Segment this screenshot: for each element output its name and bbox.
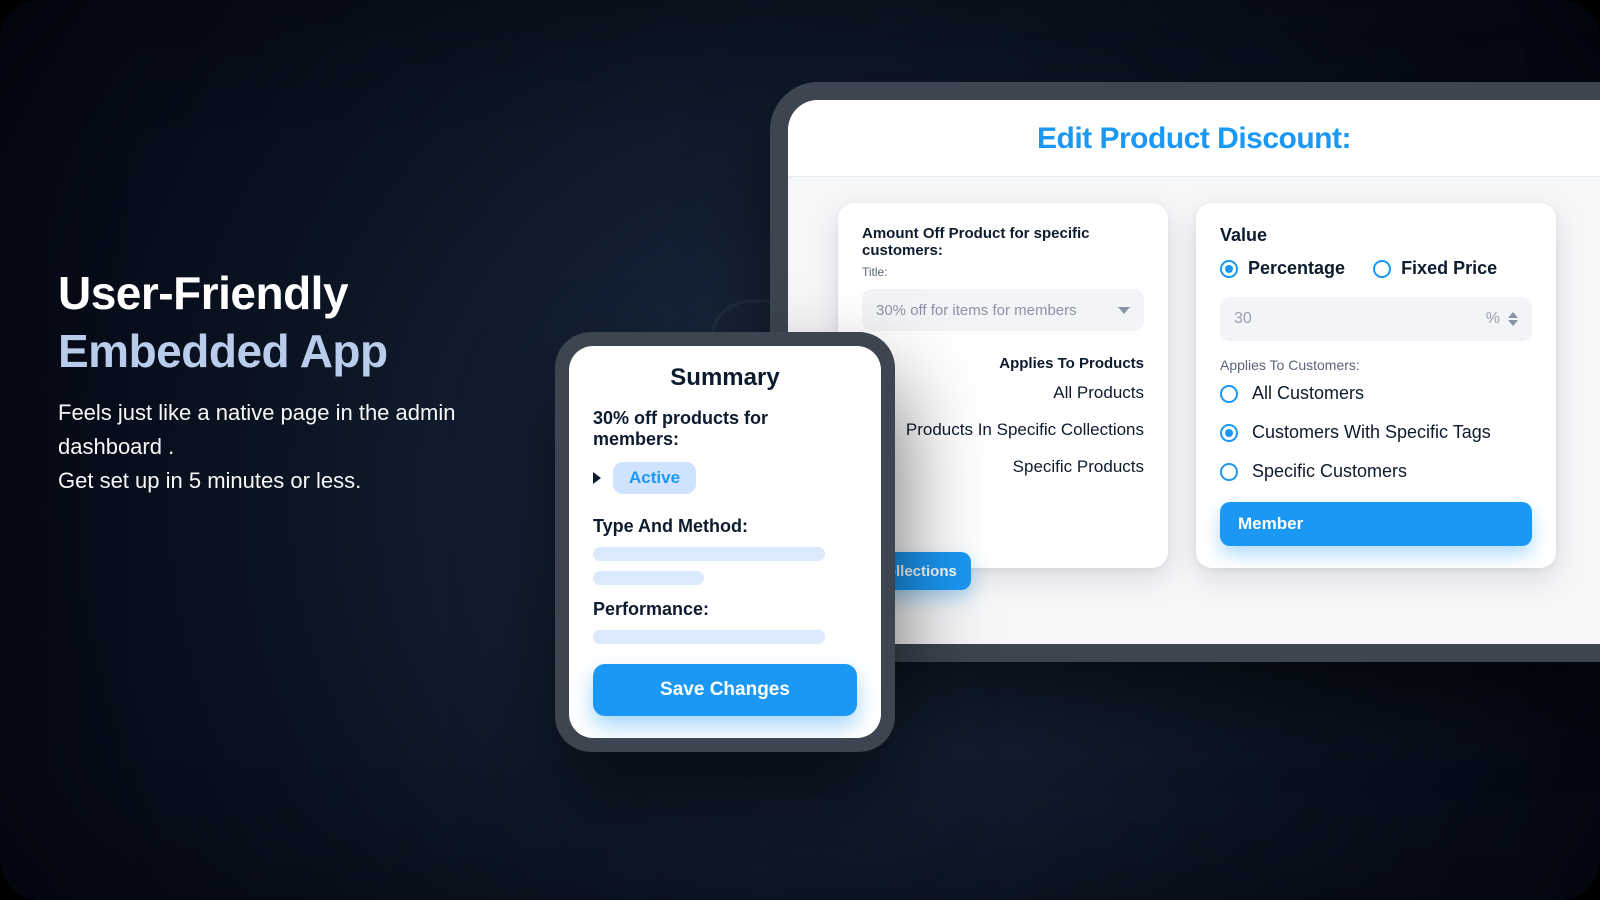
marketing-paragraph: Feels just like a native page in the adm… <box>58 396 548 498</box>
value-panel: Value Percentage Fixed Price 30 <box>1196 203 1556 568</box>
marketing-copy: User-Friendly Embedded App Feels just li… <box>58 265 548 498</box>
applies-products-option[interactable]: Specific Products <box>862 456 1144 479</box>
amount-off-heading: Amount Off Product for specific customer… <box>862 225 1144 259</box>
status-badge: Active <box>613 462 696 494</box>
save-changes-button[interactable]: Save Changes <box>593 664 857 716</box>
value-unit: % <box>1486 310 1500 328</box>
discount-title-select[interactable]: 30% off for items for members <box>862 289 1144 331</box>
applies-products-option[interactable]: Products In Specific Collections <box>862 419 1144 442</box>
value-heading: Value <box>1220 225 1532 246</box>
phone-device: Summary 30% off products for members: Ac… <box>555 332 895 752</box>
customer-tag-button[interactable]: Member <box>1220 502 1532 546</box>
value-amount: 30 <box>1234 310 1478 328</box>
chevron-down-icon <box>1508 320 1518 326</box>
value-type-row: Percentage Fixed Price <box>1220 258 1532 279</box>
radio-icon <box>1373 260 1391 278</box>
applies-products-option[interactable]: All Products <box>862 382 1144 405</box>
radio-icon <box>1220 463 1238 481</box>
performance-label: Performance: <box>593 599 857 620</box>
summary-screen: Summary 30% off products for members: Ac… <box>569 346 881 738</box>
skeleton-line <box>593 630 825 644</box>
title-label: Title: <box>862 265 1144 279</box>
value-stepper[interactable] <box>1508 312 1518 326</box>
radio-icon <box>1220 385 1238 403</box>
value-type-percentage[interactable]: Percentage <box>1220 258 1345 279</box>
applies-products-heading: Applies To Products <box>862 355 1144 372</box>
skeleton-line <box>593 547 825 561</box>
editor-titlebar: Edit Product Discount: <box>788 100 1600 177</box>
radio-icon <box>1220 424 1238 442</box>
applies-customers-option[interactable]: Customers With Specific Tags <box>1220 422 1532 443</box>
applies-customers-heading: Applies To Customers: <box>1220 357 1532 373</box>
triangle-right-icon <box>593 472 601 484</box>
chevron-up-icon <box>1508 312 1518 318</box>
applies-customers-option[interactable]: Specific Customers <box>1220 461 1532 482</box>
discount-title-value: 30% off for items for members <box>876 302 1077 319</box>
type-method-label: Type And Method: <box>593 516 857 537</box>
value-amount-input[interactable]: 30 % <box>1220 297 1532 341</box>
marketing-heading: User-Friendly Embedded App <box>58 265 548 380</box>
heading-line-2: Embedded App <box>58 323 548 381</box>
summary-discount-title: 30% off products for members: <box>593 408 857 450</box>
applies-customers-list: All Customers Customers With Specific Ta… <box>1220 383 1532 482</box>
applies-products-list: All Products Products In Specific Collec… <box>862 382 1144 479</box>
editor-title: Edit Product Discount: <box>788 122 1600 156</box>
value-type-fixed[interactable]: Fixed Price <box>1373 258 1497 279</box>
summary-title: Summary <box>593 364 857 392</box>
editor-screen: Edit Product Discount: Amount Off Produc… <box>788 100 1600 644</box>
chevron-down-icon <box>1118 307 1130 314</box>
skeleton-line <box>593 571 704 585</box>
radio-icon <box>1220 260 1238 278</box>
summary-status-row: Active <box>593 462 857 494</box>
applies-customers-option[interactable]: All Customers <box>1220 383 1532 404</box>
heading-line-1: User-Friendly <box>58 267 348 319</box>
